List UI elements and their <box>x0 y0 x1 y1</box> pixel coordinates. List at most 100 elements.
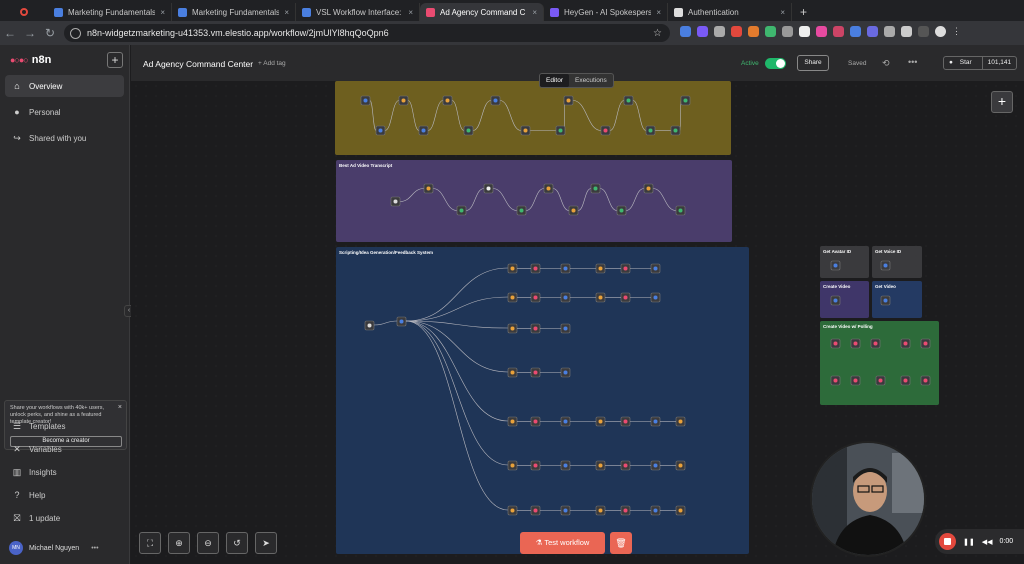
star-count: 101,141 <box>981 57 1017 69</box>
github-icon: ● Star <box>949 59 972 66</box>
tab-title: HeyGen - AI Spokesperson V <box>564 7 652 17</box>
extension-icon[interactable] <box>901 26 912 37</box>
pause-icon[interactable]: ❚❚ <box>963 538 975 546</box>
pointer-icon[interactable]: ➤ <box>255 532 277 554</box>
close-tab-icon[interactable]: × <box>656 8 661 17</box>
sticky-note[interactable]: Best Ad Video Transcript <box>336 160 732 242</box>
rewind-icon[interactable]: ◀◀ <box>982 538 993 546</box>
tab-title: Authentication <box>688 7 739 17</box>
sticky-note[interactable] <box>335 81 731 155</box>
extension-icon[interactable] <box>884 26 895 37</box>
browser-tab[interactable]: HeyGen - AI Spokesperson V × <box>544 3 668 21</box>
sidebar: ●○●○ n8n + ⌂ Overview ● Personal ↪ Shared wit… <box>0 45 130 564</box>
user-more-icon[interactable]: ••• <box>91 545 98 552</box>
extension-icon[interactable] <box>850 26 861 37</box>
home-icon: ⌂ <box>14 81 20 91</box>
n8n-logo-icon: ●○●○ <box>10 55 29 65</box>
record-indicator-icon <box>20 8 28 16</box>
extension-icon[interactable] <box>714 26 725 37</box>
user-menu[interactable]: MN Michael Nguyen ••• <box>9 541 99 555</box>
extension-icon[interactable] <box>799 26 810 37</box>
active-toggle[interactable] <box>765 58 786 69</box>
active-label: Active <box>741 60 759 67</box>
sidebar-item-label: Overview <box>29 81 63 91</box>
close-tab-icon[interactable]: × <box>532 8 537 17</box>
share-button[interactable]: Share <box>797 55 829 71</box>
github-star-button[interactable]: ● Star 101,141 <box>943 56 1018 70</box>
tab-editor[interactable]: Editor <box>540 74 569 87</box>
help-icon: ? <box>14 490 20 500</box>
reset-zoom-icon[interactable]: ↺ <box>226 532 248 554</box>
url-field[interactable]: n8n-widgetzmarketing-u41353.vm.elestio.a… <box>64 24 670 42</box>
sidebar-item-variables[interactable]: ✕ Variables <box>5 438 124 460</box>
extension-icon[interactable] <box>816 26 827 37</box>
sticky-note[interactable]: Get Voice ID <box>872 246 922 278</box>
add-tag-link[interactable]: + Add tag <box>258 60 286 67</box>
tab-title: VSL Workflow Interface: VSL <box>316 7 403 17</box>
browser-tab-strip: Marketing Fundamentals Vid×Marketing Fun… <box>0 0 1024 21</box>
reload-icon[interactable]: ↻ <box>40 26 60 40</box>
sticky-note[interactable]: Get Avatar ID <box>820 246 869 278</box>
close-tab-icon[interactable]: × <box>408 8 413 17</box>
more-options-icon[interactable]: ••• <box>908 57 917 67</box>
extension-icon[interactable] <box>697 26 708 37</box>
browser-tab[interactable]: Marketing Fundamentals Out × <box>172 3 296 21</box>
close-icon[interactable]: × <box>118 404 122 411</box>
browser-tab[interactable]: Ad Agency Command C × <box>420 3 544 21</box>
tab-search-area <box>0 3 48 21</box>
sticky-note[interactable]: Scripting/Idea Generation/Feedback Syste… <box>336 247 749 554</box>
extension-icon[interactable] <box>680 26 691 37</box>
tab-executions[interactable]: Executions <box>569 74 613 87</box>
sidebar-item-1-update[interactable]: ⛝ 1 update <box>5 507 124 529</box>
browser-tab[interactable]: Marketing Fundamentals Vid × <box>48 3 172 21</box>
sidebar-item-insights[interactable]: ▥ Insights <box>5 461 124 483</box>
recording-time: 0:00 <box>999 538 1014 545</box>
add-node-button[interactable]: + <box>991 91 1013 113</box>
stop-recording-button[interactable] <box>939 533 956 550</box>
sidebar-item-help[interactable]: ? Help <box>5 484 124 506</box>
canvas-controls: ⛶ ⊕ ⊖ ↺ ➤ <box>139 532 277 554</box>
profile-avatar-icon[interactable] <box>935 26 946 37</box>
extension-icon[interactable] <box>782 26 793 37</box>
sidebar-item-personal[interactable]: ● Personal <box>5 101 124 123</box>
create-button[interactable]: + <box>107 52 123 68</box>
zoom-in-icon[interactable]: ⊕ <box>168 532 190 554</box>
extension-icon[interactable] <box>748 26 759 37</box>
extension-icon[interactable] <box>867 26 878 37</box>
fit-view-icon[interactable]: ⛶ <box>139 532 161 554</box>
history-icon[interactable]: ⟲ <box>882 58 890 69</box>
zoom-out-icon[interactable]: ⊖ <box>197 532 219 554</box>
browser-tab[interactable]: VSL Workflow Interface: VSL × <box>296 3 420 21</box>
tab-favicon-icon <box>54 7 63 17</box>
tab-favicon-icon <box>302 7 311 17</box>
extension-icon[interactable] <box>765 26 776 37</box>
sidebar-item-overview[interactable]: ⌂ Overview <box>5 75 124 97</box>
site-info-icon[interactable] <box>70 27 81 39</box>
close-tab-icon[interactable]: × <box>284 8 289 17</box>
extension-icon[interactable] <box>918 26 929 37</box>
back-icon[interactable]: ← <box>0 26 20 40</box>
sticky-note[interactable]: Get Video <box>872 281 922 318</box>
sidebar-item-templates[interactable]: ☰ Templates <box>5 415 124 437</box>
close-tab-icon[interactable]: × <box>160 8 165 17</box>
workflow-name[interactable]: Ad Agency Command Center <box>143 59 253 69</box>
sticky-note[interactable]: Create Video w/ Polling <box>820 321 939 405</box>
extension-icon[interactable] <box>833 26 844 37</box>
tab-title: Marketing Fundamentals Out <box>192 7 280 17</box>
tab-favicon-icon <box>426 7 435 17</box>
bookmark-star-icon[interactable]: ☆ <box>653 28 662 39</box>
address-bar-row: ← → ↻ n8n-widgetzmarketing-u41353.vm.ele… <box>0 21 1024 45</box>
sidebar-item-shared-with-you[interactable]: ↪ Shared with you <box>5 127 124 149</box>
n8n-logo[interactable]: ●○●○ n8n <box>10 54 51 66</box>
new-tab-button[interactable]: + <box>792 3 815 21</box>
test-workflow-button[interactable]: ⚗ Test workflow <box>520 532 605 554</box>
sticky-note[interactable]: Create Video <box>820 281 869 318</box>
delete-icon[interactable]: 🗑 <box>610 532 632 554</box>
browser-tab[interactable]: Authentication × <box>668 3 792 21</box>
forward-icon[interactable]: → <box>20 26 40 40</box>
extension-icon[interactable] <box>731 26 742 37</box>
sidebar-item-label: Help <box>29 490 46 500</box>
close-tab-icon[interactable]: × <box>780 8 785 17</box>
browser-menu-icon[interactable]: ⋮ <box>952 26 961 37</box>
sidebar-item-label: Shared with you <box>29 133 87 143</box>
